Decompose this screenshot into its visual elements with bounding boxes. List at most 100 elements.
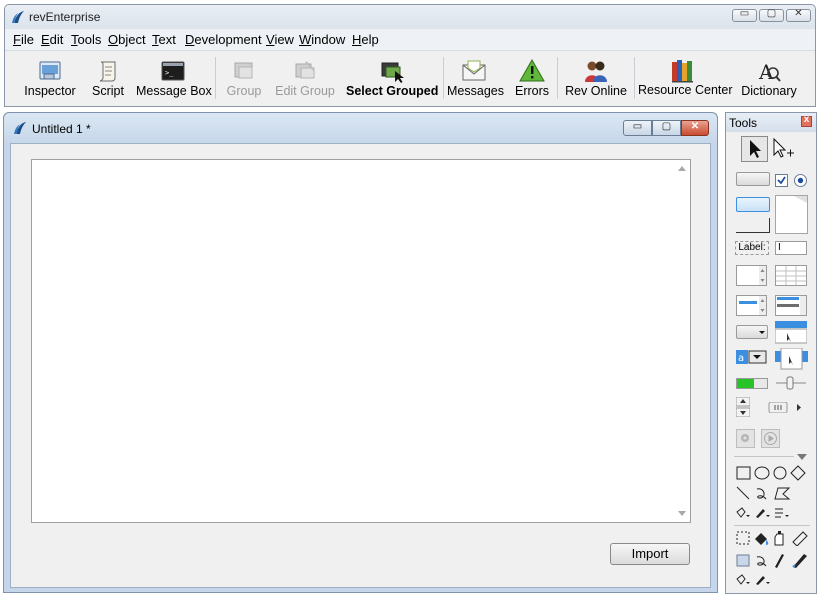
pointer-tool[interactable] <box>769 136 796 162</box>
document-title: Untitled 1 * <box>32 122 91 136</box>
checkbox-tool[interactable] <box>775 174 788 187</box>
inspector-button[interactable]: Inspector <box>21 53 79 103</box>
label-tool[interactable]: Label: <box>735 241 769 255</box>
scroll-arrows-icon <box>759 266 766 285</box>
errors-button[interactable]: Errors <box>513 53 551 103</box>
dictionary-button[interactable]: A Dictionary <box>738 53 800 103</box>
close-icon: x <box>803 114 810 125</box>
image-tool[interactable] <box>736 429 755 448</box>
triangle-down-icon <box>797 454 807 460</box>
menu-tools[interactable]: Tools <box>71 32 101 47</box>
multi-column-list-tool[interactable] <box>775 295 807 316</box>
rev-logo-icon <box>11 10 25 24</box>
dropdown-menu-tool[interactable] <box>736 325 768 339</box>
image-area-tool[interactable] <box>775 195 808 234</box>
menu-window[interactable]: Window <box>299 32 345 47</box>
group-button[interactable]: Group <box>222 53 266 103</box>
script-button[interactable]: Script <box>85 53 131 103</box>
rectangle-button-tool[interactable] <box>736 218 770 233</box>
close-icon: ✕ <box>690 121 700 132</box>
envelope-icon <box>461 58 487 84</box>
vertical-scrollbar[interactable] <box>674 160 690 522</box>
list-selection-icon <box>739 296 766 315</box>
document-maximize-button[interactable]: ▢ <box>652 120 681 136</box>
palette-expand-toggle[interactable] <box>796 453 808 461</box>
rev-online-button[interactable]: Rev Online <box>564 53 628 103</box>
resource-center-button[interactable]: Resource Center <box>638 53 733 103</box>
import-button[interactable]: Import <box>610 543 690 565</box>
combo-box-icon <box>775 321 807 344</box>
tools-titlebar[interactable]: Tools x <box>726 113 816 132</box>
message-box-button[interactable]: >_ Message Box <box>136 53 212 103</box>
menu-development[interactable]: Development <box>185 32 262 47</box>
document-close-button[interactable]: ✕ <box>681 120 709 136</box>
arrow-cursor-icon <box>750 140 761 158</box>
menu-file[interactable]: File <box>13 32 34 47</box>
text-cursor-icon: I <box>778 242 781 253</box>
close-button[interactable]: ✕ <box>786 8 811 22</box>
group-icon <box>231 58 257 84</box>
messages-label: Messages <box>447 84 504 98</box>
scrolling-field-tool[interactable] <box>736 265 767 286</box>
messages-button[interactable]: Messages <box>447 53 504 103</box>
paint-tools-row-2 <box>735 552 813 568</box>
document-titlebar[interactable]: Untitled 1 * ▭ ▢ ✕ <box>4 113 717 143</box>
tools-palette: Tools x Label: I a <box>725 112 817 594</box>
minimize-button[interactable]: ▭ <box>732 8 757 22</box>
maximize-icon: ▢ <box>661 121 672 132</box>
select-grouped-icon <box>379 58 405 84</box>
menu-help[interactable]: Help <box>352 32 379 47</box>
menu-text[interactable]: Text <box>152 32 176 47</box>
minimize-icon: ▭ <box>632 121 643 132</box>
default-button-tool[interactable] <box>736 197 770 212</box>
up-down-arrows-icon <box>736 397 750 417</box>
group-label: Group <box>226 84 262 98</box>
table-grid-icon <box>776 266 806 285</box>
radio-button-tool[interactable] <box>794 174 807 187</box>
folded-corner-icon <box>794 196 807 203</box>
app-window: revEnterprise ▭ ▢ ✕ File Edit Tools Obje… <box>4 4 816 107</box>
shape-style-row <box>735 506 795 520</box>
browse-tool[interactable] <box>741 136 768 162</box>
maximize-button[interactable]: ▢ <box>759 8 784 22</box>
player-tool[interactable] <box>761 429 780 448</box>
list-field-tool[interactable] <box>736 295 767 316</box>
dropdown-arrow-icon <box>759 331 765 334</box>
line-tools-row <box>735 485 795 501</box>
app-title: revEnterprise <box>29 10 101 24</box>
stack-logo-icon <box>13 121 27 135</box>
edit-group-button[interactable]: Edit Group <box>273 53 337 103</box>
slider-tool[interactable] <box>775 375 807 391</box>
script-label: Script <box>92 84 124 98</box>
menu-view[interactable]: View <box>266 32 294 47</box>
scrollbar-tool[interactable] <box>763 402 805 413</box>
shape-tools-row <box>735 465 813 481</box>
popup-menu-tool[interactable] <box>775 348 808 370</box>
svg-text:a: a <box>738 353 744 364</box>
combo-menu-tool[interactable] <box>775 321 807 345</box>
document-minimize-button[interactable]: ▭ <box>623 120 652 136</box>
menu-object[interactable]: Object <box>108 32 146 47</box>
shape-tools-icons <box>736 465 806 481</box>
play-icon <box>764 432 777 445</box>
button-tool[interactable] <box>736 172 770 186</box>
little-arrows-tool[interactable] <box>736 397 750 417</box>
app-titlebar[interactable]: revEnterprise ▭ ▢ ✕ <box>5 5 815 29</box>
scroll-up-icon[interactable] <box>678 166 686 171</box>
inspector-label: Inspector <box>24 84 76 98</box>
document-content: Import <box>10 143 711 588</box>
progress-bar-tool[interactable] <box>736 378 768 389</box>
scroll-down-icon[interactable] <box>678 511 686 516</box>
tools-title: Tools <box>729 116 758 130</box>
menu-edit[interactable]: Edit <box>41 32 63 47</box>
dictionary-label: Dictionary <box>741 84 797 98</box>
message-box-icon: >_ <box>160 58 186 84</box>
table-field-tool[interactable] <box>775 265 807 286</box>
text-field[interactable] <box>31 159 691 523</box>
text-field-tool[interactable]: I <box>775 241 807 255</box>
message-box-label: Message Box <box>136 84 212 98</box>
tools-close-button[interactable]: x <box>801 114 812 127</box>
option-menu-tool[interactable]: a <box>736 350 768 365</box>
menubar: File Edit Tools Object Text Development … <box>5 30 815 51</box>
select-grouped-button[interactable]: Select Grouped <box>346 53 438 103</box>
